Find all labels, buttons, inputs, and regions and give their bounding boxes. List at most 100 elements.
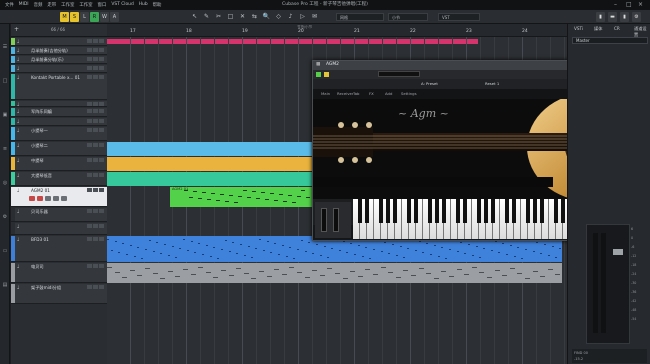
track-row[interactable]: ♩ [11, 38, 107, 46]
track-toggle[interactable] [87, 173, 92, 177]
midi-part-cello[interactable] [107, 172, 313, 186]
piano-black-key[interactable] [554, 199, 558, 223]
plugin-tab[interactable]: Tab [353, 91, 359, 96]
piano-black-key[interactable] [512, 199, 516, 223]
track-mute-solo[interactable] [87, 39, 104, 43]
midi-part-violin[interactable] [107, 142, 313, 156]
track-toggle[interactable] [99, 209, 104, 213]
tool-icon-1[interactable]: ✎ [202, 12, 211, 22]
track-toggle[interactable] [87, 264, 92, 268]
track-toggle[interactable] [99, 264, 104, 268]
piano-black-key[interactable] [456, 199, 460, 223]
piano-black-key[interactable] [379, 199, 383, 223]
track-row[interactable]: ♩ 中提琴 [11, 157, 107, 171]
track-control-button[interactable] [29, 196, 35, 201]
track-toggle[interactable] [99, 285, 104, 289]
inspector-icon-1[interactable]: □ [1, 78, 9, 85]
track-mute-solo[interactable] [87, 143, 104, 147]
piano-black-key[interactable] [365, 199, 369, 223]
mode-button-a[interactable]: A [110, 12, 119, 22]
track-mute-solo[interactable] [87, 102, 104, 106]
track-toggle[interactable] [99, 224, 104, 228]
maximize-icon[interactable]: □ [626, 1, 632, 9]
menu-item-9[interactable]: 帮助 [153, 2, 162, 8]
inspector-icon-6[interactable]: ▭ [1, 248, 9, 255]
menu-item-1[interactable]: MIDI [19, 2, 29, 8]
track-toggle[interactable] [99, 119, 104, 123]
track-toggle[interactable] [87, 48, 92, 52]
right-zone-tab[interactable]: CR [614, 26, 620, 31]
track-name[interactable]: 小提琴一 [31, 128, 48, 134]
track-toggle[interactable] [99, 66, 104, 70]
track-toggle[interactable] [87, 209, 92, 213]
track-row[interactable]: ♩ [11, 65, 107, 73]
plugin-preset-name[interactable]: Reset 1 [485, 81, 499, 86]
track-row[interactable]: ♩ 贝司乐器 [11, 208, 107, 222]
track-name[interactable]: 军阵乐同编 [31, 109, 52, 115]
inspector-icon-3[interactable]: ≡ [1, 146, 9, 153]
track-toggle[interactable] [99, 109, 104, 113]
tool-icon-8[interactable]: ♪ [286, 12, 295, 22]
fader-handle[interactable] [613, 249, 623, 255]
track-toggle[interactable] [87, 57, 92, 61]
piano-black-key[interactable] [358, 199, 362, 223]
mode-button-s[interactable]: S [70, 12, 79, 22]
track-control-button[interactable] [45, 196, 51, 201]
piano-black-key[interactable] [561, 199, 565, 223]
plugin-preset-label[interactable]: A: Preset [421, 81, 438, 86]
track-toggle[interactable] [93, 173, 98, 177]
track-toggle[interactable] [93, 237, 98, 241]
channel-fader[interactable]: 6 0 -6 -12 -18 -24 -30 -36 -42 -48 -54 [586, 224, 636, 344]
track-toggle[interactable] [93, 224, 98, 228]
track-mute-solo[interactable] [87, 75, 104, 79]
pitch-wheel[interactable] [321, 208, 327, 232]
track-toggle[interactable] [99, 173, 104, 177]
track-mute-solo[interactable] [87, 188, 104, 192]
add-track-icon[interactable]: + [14, 26, 19, 33]
midi-part-agm[interactable]: AGM2 01 [170, 187, 313, 207]
track-mute-solo[interactable] [87, 237, 104, 241]
track-row[interactable]: ♩ 小提琴二 [11, 142, 107, 156]
track-row[interactable]: ♩ 大提琴低音 [11, 172, 107, 186]
inspector-icon-2[interactable]: ▣ [1, 112, 9, 119]
tool-icon-4[interactable]: ✕ [238, 12, 247, 22]
track-toggle[interactable] [99, 128, 104, 132]
menu-item-6[interactable]: 窗口 [98, 2, 107, 8]
piano-black-key[interactable] [540, 199, 544, 223]
mode-button-m[interactable]: M [60, 12, 69, 22]
track-toggle[interactable] [87, 128, 92, 132]
plugin-power-icon[interactable] [316, 72, 321, 77]
track-name[interactable]: 架子鼓midi分组 [31, 285, 61, 291]
track-row[interactable]: ♩ BFD3 01 [11, 236, 107, 262]
midi-part-viola[interactable] [107, 157, 313, 171]
tool-icon-6[interactable]: 🔍 [262, 12, 271, 22]
track-row[interactable]: ♩ [11, 223, 107, 235]
plugin-tab[interactable]: FX [369, 91, 374, 96]
piano-black-key[interactable] [477, 199, 481, 223]
track-row[interactable]: ♩ 架子鼓midi分组 [11, 284, 107, 304]
track-row[interactable]: ♩ 电贝司 [11, 263, 107, 283]
track-toggle[interactable] [93, 128, 98, 132]
track-toggle[interactable] [99, 102, 104, 106]
track-toggle[interactable] [87, 66, 92, 70]
master-selector[interactable]: Master [572, 37, 648, 44]
ruler[interactable]: 节拍/小节 17 18 19 20 21 22 23 24 [107, 24, 567, 37]
track-mute-solo[interactable] [87, 285, 104, 289]
inspector-icon-7[interactable]: ▤ [1, 282, 9, 289]
tool-icon-3[interactable]: □ [226, 12, 235, 22]
menu-item-3[interactable]: 走带 [47, 2, 56, 8]
track-name[interactable]: 月半前奏(吉他分轨) [31, 48, 68, 54]
track-mute-solo[interactable] [87, 57, 104, 61]
track-name[interactable]: AGM2 01 [31, 188, 50, 193]
unit-select[interactable]: VST [438, 13, 480, 21]
track-mute-solo[interactable] [87, 173, 104, 177]
mode-button-r[interactable]: R [90, 12, 99, 22]
track-name[interactable]: 中提琴 [31, 158, 44, 164]
loop-locator[interactable] [107, 39, 478, 44]
menu-item-8[interactable]: Hub [139, 2, 148, 8]
track-toggle[interactable] [93, 102, 98, 106]
piano-black-key[interactable] [491, 199, 495, 223]
midi-part-bass[interactable] [107, 263, 562, 283]
tool-icon-9[interactable]: ▷ [298, 12, 307, 22]
piano-black-key[interactable] [533, 199, 537, 223]
